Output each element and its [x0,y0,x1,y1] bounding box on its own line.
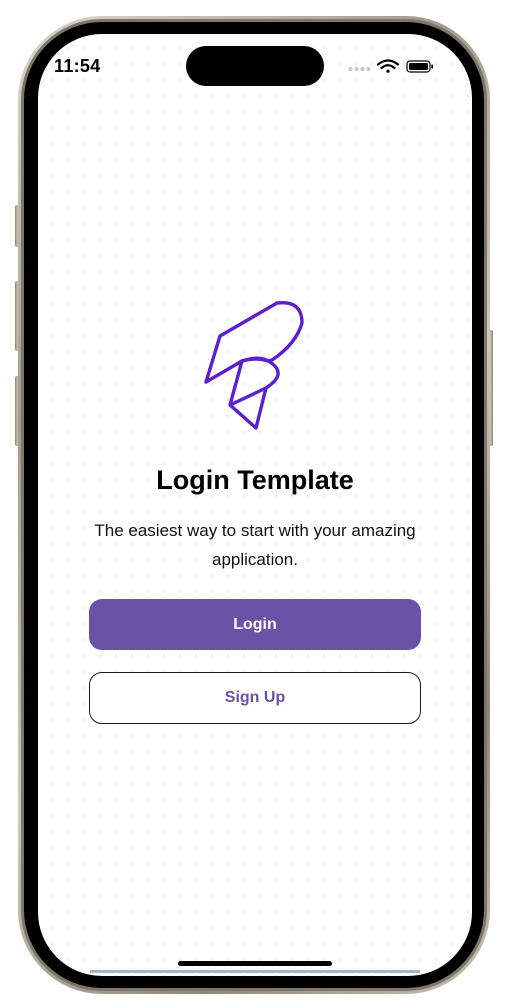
sign-up-button[interactable]: Sign Up [89,672,421,724]
page-title: Login Template [156,465,354,495]
home-indicator[interactable] [178,961,332,966]
status-bar-time: 11:54 [54,56,101,76]
device-mockup: 11:54 Login Template The easiest way to … [0,0,511,1008]
wifi-icon [376,59,400,73]
screen-bottom-edge [90,970,420,973]
battery-icon [406,60,434,73]
paper-plane-logo-icon [204,300,304,430]
dynamic-island [186,46,324,86]
login-button[interactable]: Login [89,599,421,650]
status-bar-icons [348,58,438,74]
signal-icon [348,67,371,71]
page-subtitle: The easiest way to start with your amazi… [94,521,416,569]
app-screen [38,34,472,976]
